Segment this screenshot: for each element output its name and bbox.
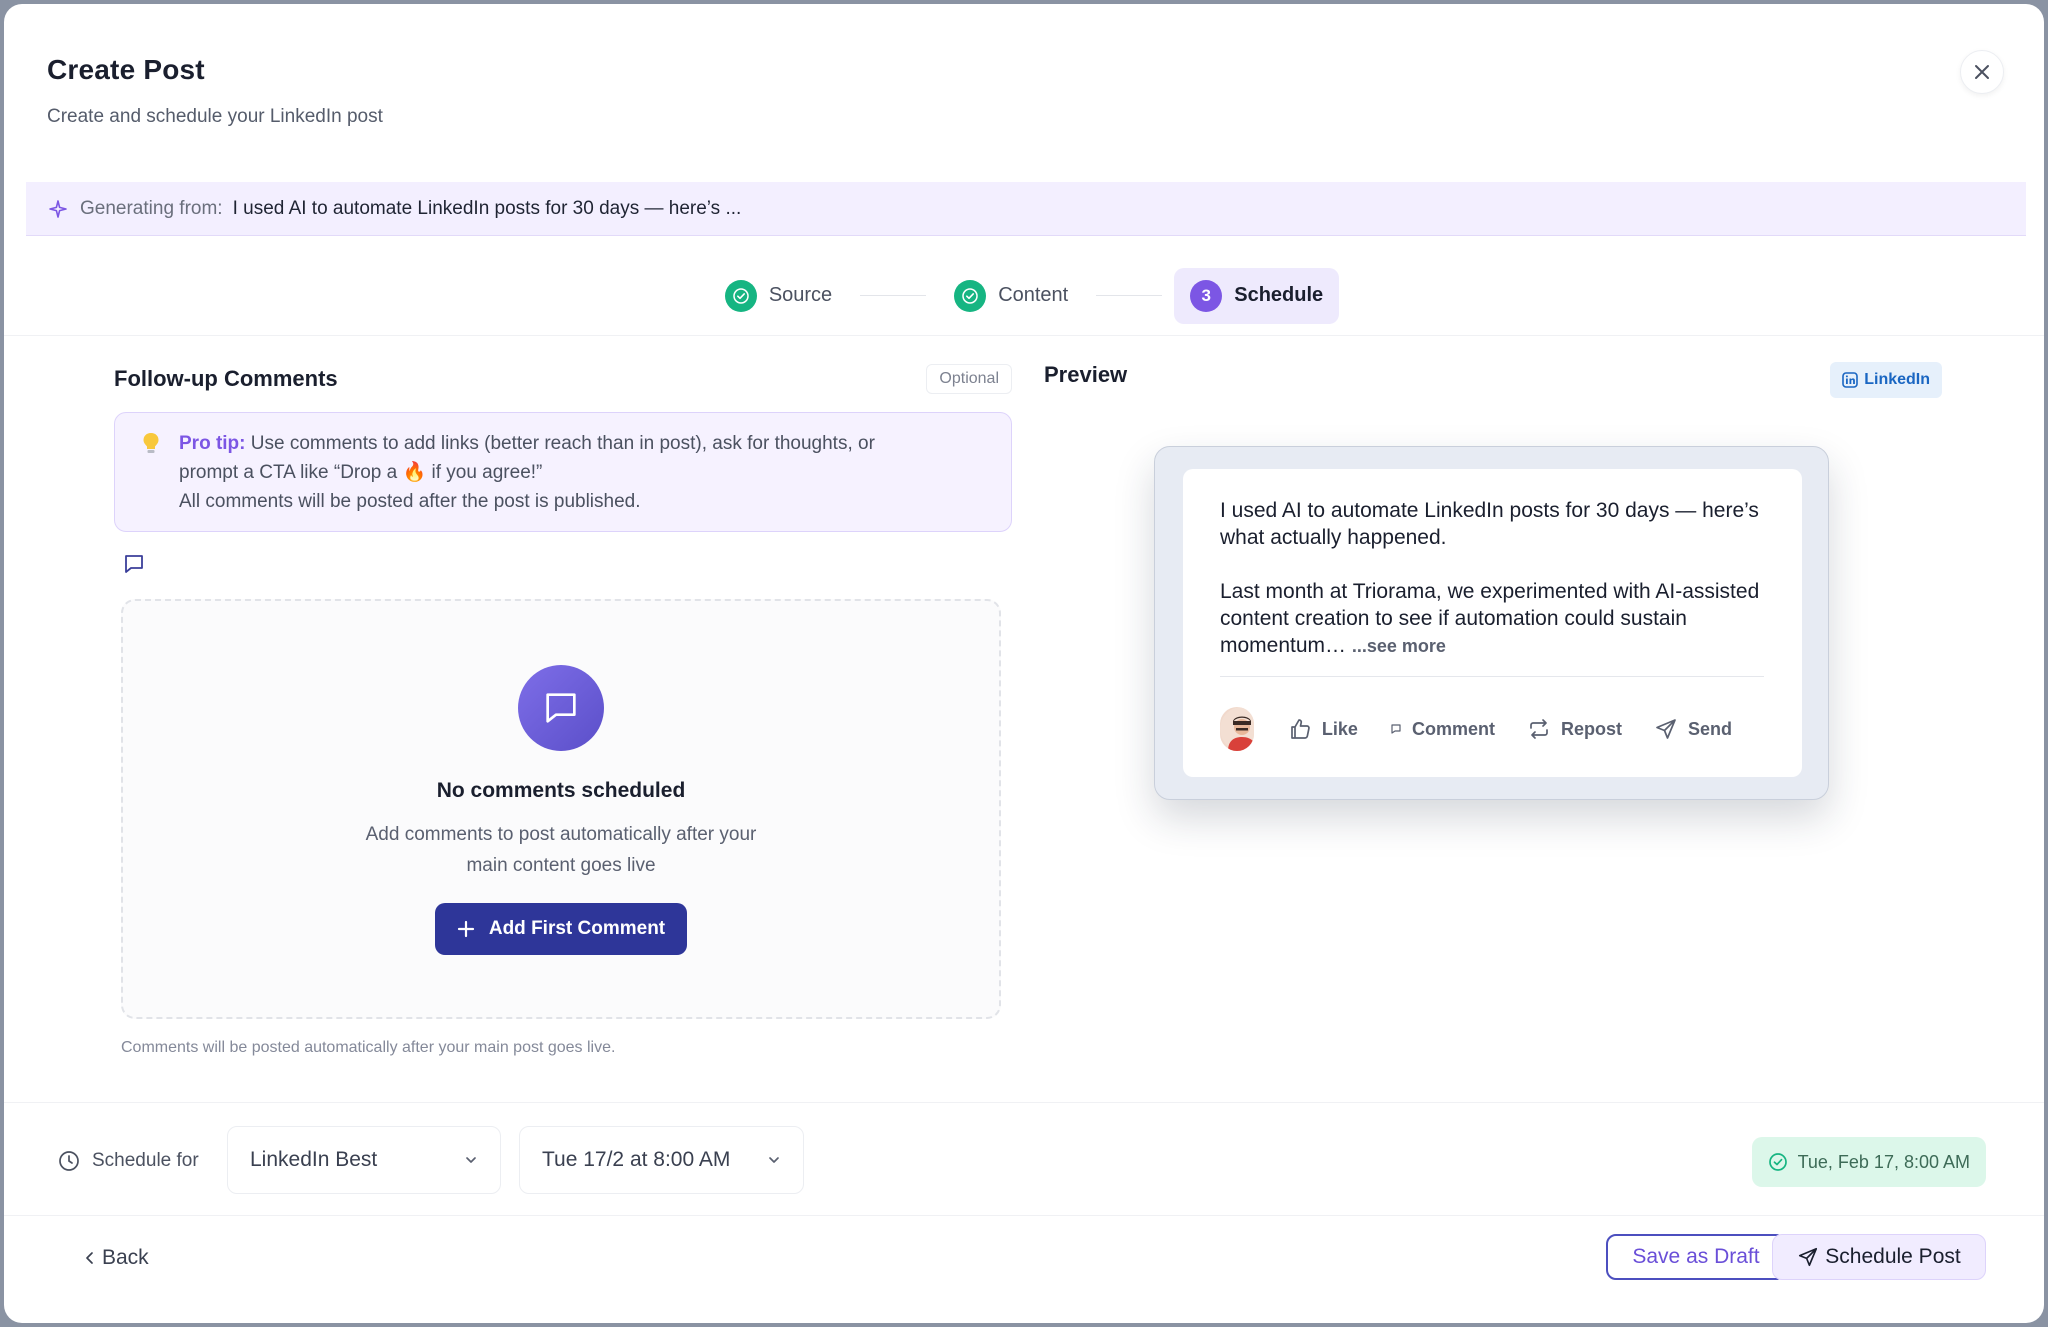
message-square-icon xyxy=(546,693,576,723)
schedule-time-value: Tue 17/2 at 8:00 AM xyxy=(542,1148,731,1171)
step-schedule[interactable]: 3 Schedule xyxy=(1174,267,1340,324)
like-button[interactable]: Like xyxy=(1288,717,1358,741)
send-icon xyxy=(1656,719,1676,739)
generating-source-text: I used AI to automate LinkedIn posts for… xyxy=(232,197,742,219)
step-content[interactable]: Content xyxy=(938,268,1084,324)
close-button[interactable] xyxy=(1960,50,2004,94)
add-first-comment-button[interactable]: Add First Comment xyxy=(434,903,688,955)
pro-tip-line2b: if you agree!” xyxy=(431,462,543,483)
like-label: Like xyxy=(1321,718,1358,739)
page-subtitle: Create and schedule your LinkedIn post xyxy=(47,106,383,127)
back-label: Back xyxy=(102,1246,149,1269)
comment-button[interactable]: Comment xyxy=(1390,719,1495,740)
linkedin-post-card: I used AI to automate LinkedIn posts for… xyxy=(1183,469,1802,777)
optional-badge: Optional xyxy=(926,364,1012,394)
schedule-time-select[interactable]: Tue 17/2 at 8:00 AM xyxy=(519,1126,804,1194)
step-label: Source xyxy=(768,284,833,306)
chevron-down-icon xyxy=(466,1157,476,1163)
step-label: Content xyxy=(998,284,1069,306)
comment-label: Comment xyxy=(1411,718,1495,739)
fire-emoji: 🔥 xyxy=(402,462,427,483)
check-circle-icon xyxy=(724,279,757,312)
message-square-icon xyxy=(125,555,143,573)
scheduled-time-text: Tue, Feb 17, 8:00 AM xyxy=(1797,1151,1970,1172)
avatar xyxy=(1220,707,1254,751)
back-button[interactable]: Back xyxy=(84,1246,149,1270)
preview-section: Preview LinkedIn I used AI to automate L… xyxy=(1044,362,1942,800)
comment-icon xyxy=(1391,724,1401,734)
repost-button[interactable]: Repost xyxy=(1527,717,1622,741)
post-paragraph-2: Last month at Triorama, we experimented … xyxy=(1220,578,1764,660)
thumbs-up-icon xyxy=(1291,719,1310,739)
repost-label: Repost xyxy=(1560,718,1622,739)
schedule-slot-select[interactable]: LinkedIn Best xyxy=(227,1126,501,1194)
stepper: Source Content 3 Schedule xyxy=(4,256,2044,336)
step-connector xyxy=(860,295,927,296)
page-title: Create Post xyxy=(47,54,205,85)
scheduled-time-badge: Tue, Feb 17, 8:00 AM xyxy=(1751,1137,1986,1187)
follow-up-comments-section: Follow-up Comments Optional Pro tip: Use… xyxy=(114,362,1012,1057)
check-circle-icon xyxy=(1768,1153,1787,1171)
generating-from-bar: Generating from: I used AI to automate L… xyxy=(26,182,2026,236)
pro-tip-text: Pro tip: Use comments to add links (bett… xyxy=(179,429,875,531)
schedule-slot-value: LinkedIn Best xyxy=(250,1148,378,1171)
step-label: Schedule xyxy=(1234,284,1324,306)
step-source[interactable]: Source xyxy=(709,268,848,324)
step-connector xyxy=(1096,295,1163,296)
step-number: 3 xyxy=(1190,279,1223,312)
pro-tip-line1: Use comments to add links (better reach … xyxy=(250,433,875,454)
save-as-draft-label: Save as Draft xyxy=(1632,1245,1760,1268)
modal-header: Create Post Create and schedule your Lin… xyxy=(47,54,383,128)
linkedin-badge: LinkedIn xyxy=(1830,362,1942,398)
post-divider xyxy=(1220,676,1764,677)
send-label: Send xyxy=(1687,718,1732,739)
create-post-modal: Create Post Create and schedule your Lin… xyxy=(4,4,2044,1323)
comments-footnote: Comments will be posted automatically af… xyxy=(121,1039,616,1056)
chevron-down-icon xyxy=(769,1157,779,1163)
pro-tip-line3: All comments will be posted after the po… xyxy=(179,491,641,512)
pro-tip-line2a: prompt a CTA like “Drop a xyxy=(179,462,398,483)
pro-tip-title: Pro tip: xyxy=(179,433,246,454)
schedule-post-label: Schedule Post xyxy=(1825,1245,1961,1268)
chevron-left-icon xyxy=(86,1252,93,1264)
schedule-label-text: Schedule for xyxy=(92,1150,199,1171)
empty-state-avatar xyxy=(518,665,604,751)
sparkle-icon xyxy=(49,199,67,218)
empty-state-title: No comments scheduled xyxy=(436,779,686,802)
lightbulb-icon xyxy=(143,433,159,453)
generating-label: Generating from: xyxy=(80,197,223,219)
post-text: I used AI to automate LinkedIn posts for… xyxy=(1220,497,1764,660)
send-icon xyxy=(1799,1247,1818,1267)
preview-title: Preview xyxy=(1044,362,1128,387)
comments-empty-state: No comments scheduled Add comments to po… xyxy=(121,599,1001,1019)
linkedin-icon xyxy=(1842,372,1859,388)
schedule-row: Schedule for LinkedIn Best Tue 17/2 at 8… xyxy=(4,1102,2044,1216)
plus-icon xyxy=(457,920,474,938)
close-icon xyxy=(1975,65,1989,79)
add-first-comment-label: Add First Comment xyxy=(488,918,666,939)
check-circle-icon xyxy=(954,279,987,312)
repost-icon xyxy=(1530,719,1548,739)
linkedin-badge-label: LinkedIn xyxy=(1864,371,1930,388)
empty-state-description: Add comments to post automatically after… xyxy=(365,824,757,876)
section-header: Follow-up Comments Optional xyxy=(114,362,1012,396)
post-actions: Like Comment Repost Send xyxy=(1220,707,1764,751)
pro-tip-box: Pro tip: Use comments to add links (bett… xyxy=(114,412,1012,532)
post-paragraph-1: I used AI to automate LinkedIn posts for… xyxy=(1220,499,1759,549)
clock-icon xyxy=(59,1151,79,1171)
preview-frame: I used AI to automate LinkedIn posts for… xyxy=(1154,446,1829,800)
see-more-link[interactable]: ...see more xyxy=(1352,636,1446,656)
send-button[interactable]: Send xyxy=(1654,717,1732,741)
section-title: Follow-up Comments xyxy=(114,366,338,391)
post-paragraph-2-text: Last month at Triorama, we experimented … xyxy=(1220,580,1760,657)
schedule-label: Schedule for xyxy=(58,1150,199,1172)
schedule-post-button[interactable]: Schedule Post xyxy=(1772,1234,1986,1280)
save-as-draft-button[interactable]: Save as Draft xyxy=(1606,1234,1786,1280)
